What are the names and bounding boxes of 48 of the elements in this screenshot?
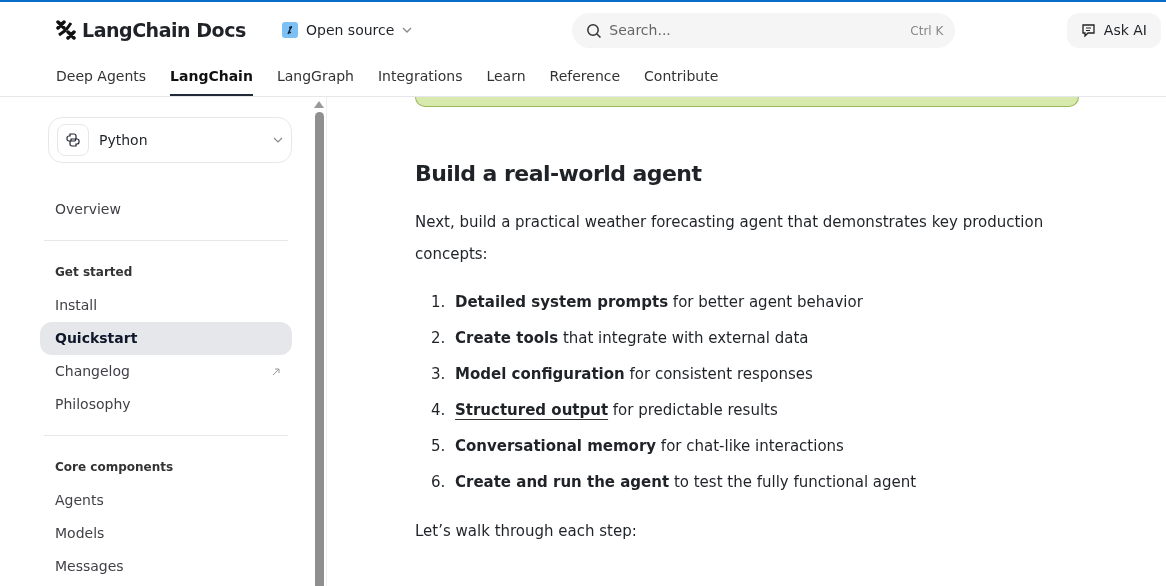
chevron-down-icon bbox=[273, 137, 283, 143]
nav-tab[interactable]: Deep Agents bbox=[56, 58, 147, 96]
list-number: 3. bbox=[431, 363, 447, 385]
intro-paragraph: Next, build a practical weather forecasting agent that demonstrates key production concepts: bbox=[415, 212, 1045, 265]
sidebar-item[interactable]: Overview bbox=[40, 193, 292, 226]
sidebar-item[interactable]: Models bbox=[40, 517, 292, 550]
shortcut-hint: Ctrl K bbox=[910, 22, 944, 40]
nav-tab[interactable]: Integrations bbox=[378, 58, 463, 96]
nav-tab[interactable]: LangGraph bbox=[276, 58, 354, 96]
sidebar-item[interactable]: Install bbox=[40, 289, 292, 322]
list-item-text: Structured output for predictable results bbox=[455, 399, 778, 421]
sidebar-item[interactable]: Quickstart bbox=[40, 322, 292, 355]
sidebar-item[interactable]: Philosophy bbox=[40, 388, 292, 421]
sidebar-item[interactable]: Messages bbox=[40, 550, 292, 583]
sidebar-heading: Core components bbox=[54, 459, 175, 476]
ask-ai-button[interactable]: Ask AI bbox=[1066, 12, 1161, 48]
list-number: 1. bbox=[431, 291, 447, 313]
search-icon bbox=[586, 22, 603, 39]
sidebar-item[interactable]: Agents bbox=[40, 484, 292, 517]
list-number: 2. bbox=[431, 327, 447, 349]
list-item-text: Conversational memory for chat-like interactions bbox=[455, 435, 844, 457]
section-heading: Build a real-world agent bbox=[415, 160, 703, 188]
sidebar-item[interactable]: Changelog bbox=[40, 355, 292, 388]
scroll-up-icon[interactable] bbox=[314, 101, 324, 108]
nav-tab[interactable]: Reference bbox=[549, 58, 621, 96]
list-item-text: Create and run the agent to test the fully functional agent bbox=[455, 471, 917, 493]
list-item-text: Model configuration for consistent responses bbox=[455, 363, 813, 385]
nav-tab[interactable]: Contribute bbox=[644, 58, 719, 96]
chevron-down-icon bbox=[402, 27, 413, 33]
sidebar-heading: Get started bbox=[54, 264, 134, 281]
list-number: 5. bbox=[431, 435, 447, 457]
nav-tab[interactable]: LangChain bbox=[170, 58, 253, 96]
product-icon bbox=[282, 22, 298, 38]
structured-output-link[interactable]: Structured output bbox=[455, 400, 609, 419]
list-number: 4. bbox=[431, 399, 447, 421]
list-item-text: Detailed system prompts for better agent behavior bbox=[455, 291, 863, 313]
scrollbar-thumb[interactable] bbox=[314, 112, 324, 586]
nav-tab[interactable]: Learn bbox=[486, 58, 526, 96]
language-selector[interactable]: Python bbox=[48, 117, 292, 163]
list-number: 6. bbox=[431, 471, 447, 493]
paragraph: Let’s walk through each step: bbox=[415, 521, 638, 542]
list-item-text: Create tools that integrate with external data bbox=[455, 327, 809, 349]
logo-text[interactable]: LangChain Docs bbox=[82, 15, 246, 45]
external-link-icon bbox=[272, 367, 280, 376]
chat-icon bbox=[1080, 22, 1096, 38]
logo-icon bbox=[56, 20, 76, 40]
product-switcher[interactable]: Open source bbox=[282, 19, 413, 41]
python-icon bbox=[57, 124, 89, 156]
